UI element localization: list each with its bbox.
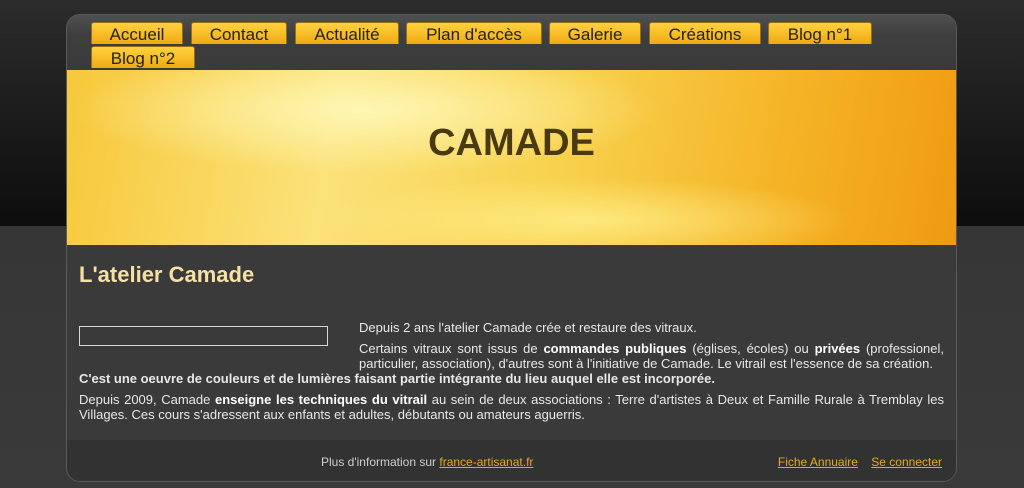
nav-item-contact[interactable]: Contact: [191, 22, 287, 44]
footer-info-text: Plus d'information sur: [321, 455, 437, 469]
nav-item-plan-acces[interactable]: Plan d'accès: [406, 22, 542, 44]
nav-item-creations[interactable]: Créations: [649, 22, 761, 44]
nav-item-actualite[interactable]: Actualité: [295, 22, 399, 44]
page-title: L'atelier Camade: [79, 262, 255, 287]
footer-info: Plus d'information sur france-artisanat.…: [321, 455, 533, 469]
footer-links: Fiche Annuaire Se connecter: [768, 455, 942, 469]
nav-item-galerie[interactable]: Galerie: [549, 22, 641, 44]
site-title: CAMADE: [428, 122, 595, 164]
page-frame: Accueil Contact Actualité Plan d'accès G…: [66, 14, 957, 482]
commissions-paragraph: Certains vitraux sont issus de commandes…: [359, 341, 944, 371]
header-banner: CAMADE: [67, 70, 956, 245]
teaching-paragraph: Depuis 2009, Camade enseigne les techniq…: [79, 392, 944, 422]
text-segment: Certains vitraux sont issus de: [359, 341, 544, 356]
france-artisanat-link[interactable]: france-artisanat.fr: [439, 455, 533, 469]
se-connecter-link[interactable]: Se connecter: [871, 455, 942, 469]
text-segment: Depuis 2009, Camade: [79, 392, 215, 407]
text-bold: commandes publiques: [543, 341, 687, 356]
fiche-annuaire-link[interactable]: Fiche Annuaire: [778, 455, 858, 469]
image-placeholder: [79, 326, 328, 346]
main-navigation: Accueil Contact Actualité Plan d'accès G…: [67, 15, 956, 70]
text-bold: privées: [814, 341, 861, 356]
essence-paragraph: C'est une oeuvre de couleurs et de lumiè…: [79, 371, 715, 386]
nav-item-blog-1[interactable]: Blog n°1: [768, 22, 872, 44]
nav-item-blog-2[interactable]: Blog n°2: [91, 46, 195, 68]
intro-paragraph: Depuis 2 ans l'atelier Camade crée et re…: [359, 320, 697, 335]
main-content: L'atelier Camade Depuis 2 ans l'atelier …: [67, 245, 956, 440]
text-bold: enseigne les techniques du vitrail: [215, 392, 428, 407]
footer: Plus d'information sur france-artisanat.…: [67, 440, 956, 481]
nav-item-accueil[interactable]: Accueil: [91, 22, 183, 44]
text-segment: (églises, écoles) ou: [686, 341, 815, 356]
